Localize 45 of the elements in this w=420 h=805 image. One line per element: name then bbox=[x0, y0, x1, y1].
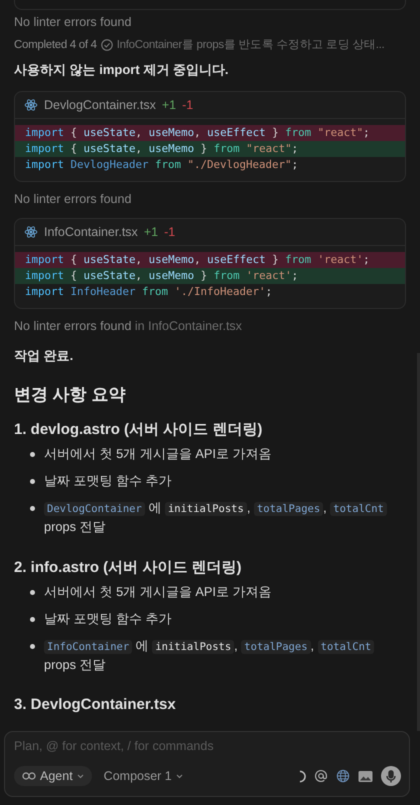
microphone-button[interactable] bbox=[381, 766, 401, 786]
bullet-icon bbox=[30, 617, 35, 622]
section-heading: 2. info.astro (서버 사이드 렌더링) bbox=[14, 558, 243, 577]
task-title: InfoContainer를 props를 반도록 수정하고 로딩 상태... bbox=[116, 38, 384, 52]
list-item-text: DevlogContainer 에 initialPosts , totalPages , totalCnt props 전달 bbox=[44, 499, 406, 536]
react-icon bbox=[24, 98, 38, 112]
globe-icon[interactable] bbox=[336, 769, 350, 783]
file-name[interactable]: DevlogContainer.tsx bbox=[44, 98, 156, 112]
added-count: +1 bbox=[144, 225, 158, 239]
code-line: import InfoHeader from './InfoHeader'; bbox=[24, 284, 274, 300]
bullet-icon bbox=[30, 506, 35, 511]
list-item-text: 날짜 포맷팅 함수 추가 bbox=[44, 610, 173, 628]
bullet-icon bbox=[30, 590, 35, 595]
removed-count: -1 bbox=[182, 98, 194, 112]
assistant-message: 사용하지 않는 import 제거 중입니다. bbox=[14, 61, 230, 79]
list-item-text: 날짜 포맷팅 함수 추가 bbox=[44, 472, 173, 490]
file-name[interactable]: InfoContainer.tsx bbox=[44, 225, 138, 239]
list-item-text: 서버에서 첫 5개 게시글을 API로 가져옴 bbox=[44, 445, 273, 463]
chat-input-box[interactable]: Plan, @ for context, / for commands Agent Composer 1 bbox=[4, 731, 410, 797]
summary-heading: 변경 사항 요약 bbox=[14, 384, 126, 406]
assistant-message: 작업 완료. bbox=[14, 347, 74, 365]
removed-count: -1 bbox=[164, 225, 176, 239]
caret-icon bbox=[76, 774, 84, 778]
mode-dropdown[interactable]: Agent bbox=[14, 766, 92, 786]
section-heading: 3. DevlogContainer.tsx bbox=[14, 696, 177, 713]
chat-input-field[interactable]: Plan, @ for context, / for commands bbox=[14, 737, 401, 755]
microphone-icon bbox=[386, 770, 396, 782]
added-count: +1 bbox=[162, 98, 176, 112]
bullet-icon bbox=[30, 644, 35, 649]
infinity-icon bbox=[22, 772, 36, 780]
bullet-icon bbox=[30, 479, 35, 484]
react-icon bbox=[24, 225, 38, 239]
caret-icon bbox=[176, 774, 183, 778]
progress-label: Completed 4 of 4 bbox=[14, 38, 97, 50]
code-line: import DevlogHeader from "./DevlogHeader"; bbox=[24, 157, 300, 173]
image-icon[interactable] bbox=[358, 770, 373, 782]
linter-status: No linter errors found bbox=[14, 15, 132, 29]
list-item-text: 서버에서 첫 5개 게시글을 API로 가져옴 bbox=[44, 583, 273, 601]
bullet-icon bbox=[30, 452, 35, 457]
list-item-text: InfoContainer 에 initialPosts , totalPages , totalCnt props 전달 bbox=[44, 637, 406, 674]
at-sign-icon[interactable] bbox=[314, 769, 328, 783]
model-dropdown[interactable]: Composer 1 bbox=[100, 766, 187, 786]
section-heading: 1. devlog.astro (서버 사이드 렌더링) bbox=[14, 420, 264, 439]
linter-status: No linter errors found in InfoContainer.tsx bbox=[14, 319, 243, 333]
linter-status: No linter errors found bbox=[14, 192, 132, 206]
